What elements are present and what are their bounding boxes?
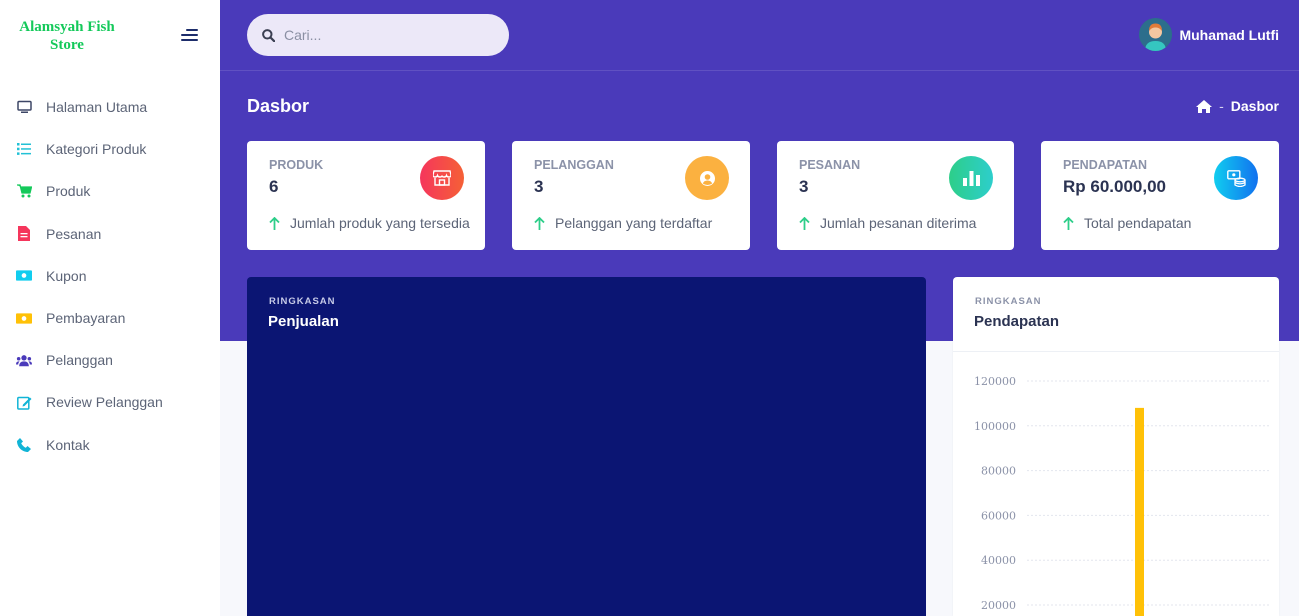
revenue-chart: 20000 40000 60000 80000 100000 120000 bbox=[974, 375, 1269, 616]
stat-note-text: Pelanggan yang terdaftar bbox=[555, 215, 713, 231]
sidebar-item-pesanan[interactable]: Pesanan bbox=[0, 213, 220, 255]
panel-title: Penjualan bbox=[268, 313, 339, 330]
stat-card-pelanggan: PELANGGAN 3 Pelanggan yang terdaftar bbox=[512, 141, 750, 250]
money-stack-icon bbox=[1214, 156, 1258, 200]
y-tick-label: 120000 bbox=[974, 375, 1016, 388]
ticket-icon bbox=[16, 268, 32, 284]
sidebar-item-label: Produk bbox=[46, 183, 91, 200]
sidebar-item-review-pelanggan[interactable]: Review Pelanggan bbox=[0, 381, 220, 423]
stat-card-pendapatan: PENDAPATAN Rp 60.000,00 Total pendapatan bbox=[1041, 141, 1279, 250]
breadcrumb-separator: - bbox=[1219, 98, 1224, 114]
home-icon[interactable] bbox=[1196, 99, 1213, 113]
stat-note: Jumlah produk yang tersedia bbox=[269, 215, 470, 231]
sidebar-item-kupon[interactable]: Kupon bbox=[0, 255, 220, 297]
stat-value: 3 bbox=[534, 177, 544, 196]
list-icon bbox=[16, 141, 32, 157]
edit-icon bbox=[16, 394, 32, 410]
panel-overline: RINGKASAN bbox=[975, 296, 1042, 307]
stat-value: 3 bbox=[799, 177, 809, 196]
sidebar-item-kategori-produk[interactable]: Kategori Produk bbox=[0, 128, 220, 170]
stat-value: 6 bbox=[269, 177, 279, 196]
y-tick-label: 20000 bbox=[981, 599, 1016, 612]
stat-note: Total pendapatan bbox=[1063, 215, 1191, 231]
y-tick-label: 40000 bbox=[981, 554, 1016, 567]
sidebar-item-label: Kontak bbox=[46, 436, 90, 453]
sidebar-item-label: Review Pelanggan bbox=[46, 394, 163, 411]
arrow-up-icon bbox=[799, 216, 810, 230]
stat-label: PESANAN bbox=[799, 158, 861, 172]
stat-note-text: Jumlah produk yang tersedia bbox=[290, 215, 470, 231]
sidebar-item-label: Pelanggan bbox=[46, 352, 113, 369]
brand-logo[interactable]: Alamsyah Fish Store bbox=[18, 18, 116, 54]
stat-note: Pelanggan yang terdaftar bbox=[534, 215, 712, 231]
user-menu[interactable]: Muhamad Lutfi bbox=[1139, 18, 1279, 51]
search-icon bbox=[262, 28, 275, 42]
sidebar-item-halaman-utama[interactable]: Halaman Utama bbox=[0, 86, 220, 128]
sidebar-item-pembayaran[interactable]: Pembayaran bbox=[0, 297, 220, 339]
sidebar-item-label: Kupon bbox=[46, 267, 87, 284]
stat-label: PRODUK bbox=[269, 158, 324, 172]
stat-value: Rp 60.000,00 bbox=[1063, 177, 1167, 196]
brand-line-2: Store bbox=[50, 37, 84, 53]
document-icon bbox=[16, 226, 32, 242]
y-tick-label: 60000 bbox=[981, 509, 1016, 522]
revenue-summary-panel: RINGKASAN Pendapatan 20000 40000 60000 8000… bbox=[953, 277, 1279, 616]
stat-note: Jumlah pesanan diterima bbox=[799, 215, 976, 231]
topbar-divider bbox=[220, 70, 1299, 71]
users-icon bbox=[16, 352, 32, 368]
stat-card-pesanan: PESANAN 3 Jumlah pesanan diterima bbox=[777, 141, 1014, 250]
sidebar-item-label: Pembayaran bbox=[46, 310, 126, 327]
stat-label: PENDAPATAN bbox=[1063, 158, 1148, 172]
y-tick-label: 100000 bbox=[974, 420, 1016, 433]
search-input[interactable] bbox=[284, 27, 484, 43]
money-icon bbox=[16, 310, 32, 326]
user-name: Muhamad Lutfi bbox=[1179, 26, 1279, 43]
sidebar-item-label: Halaman Utama bbox=[46, 99, 148, 116]
store-icon bbox=[420, 156, 464, 200]
stat-label: PELANGGAN bbox=[534, 158, 614, 172]
y-tick-label: 80000 bbox=[981, 465, 1016, 478]
arrow-up-icon bbox=[269, 216, 280, 230]
phone-icon bbox=[16, 437, 32, 453]
user-circle-icon bbox=[685, 156, 729, 200]
search-bar[interactable] bbox=[247, 14, 509, 56]
stat-note-text: Jumlah pesanan diterima bbox=[820, 215, 977, 231]
menu-icon-bar bbox=[181, 39, 198, 41]
sidebar: Alamsyah Fish Store Halaman Utama Katego… bbox=[0, 0, 220, 616]
sales-summary-panel: RINGKASAN Penjualan bbox=[247, 277, 926, 616]
sidebar-toggle-button[interactable] bbox=[180, 28, 198, 42]
sidebar-item-pelanggan[interactable]: Pelanggan bbox=[0, 339, 220, 381]
panel-title: Pendapatan bbox=[974, 313, 1060, 330]
avatar[interactable] bbox=[1139, 18, 1173, 51]
chart-bar[interactable] bbox=[1135, 407, 1144, 616]
stat-note-text: Total pendapatan bbox=[1084, 215, 1192, 231]
sidebar-item-produk[interactable]: Produk bbox=[0, 170, 220, 212]
panel-overline: RINGKASAN bbox=[269, 296, 336, 307]
stat-card-produk: PRODUK 6 Jumlah produk yang tersedia bbox=[247, 141, 485, 250]
menu-icon-bar bbox=[181, 34, 198, 36]
sidebar-item-label: Kategori Produk bbox=[46, 141, 147, 158]
cart-icon bbox=[16, 183, 32, 199]
monitor-icon bbox=[16, 99, 32, 115]
sidebar-item-kontak[interactable]: Kontak bbox=[0, 424, 220, 466]
bar-chart-icon bbox=[949, 156, 993, 200]
breadcrumb-current: Dasbor bbox=[1230, 98, 1279, 114]
sidebar-item-label: Pesanan bbox=[46, 225, 102, 242]
arrow-up-icon bbox=[1063, 216, 1074, 230]
brand-line-1: Alamsyah Fish bbox=[19, 19, 115, 35]
breadcrumb: - Dasbor bbox=[1196, 98, 1279, 114]
menu-icon bbox=[186, 29, 198, 31]
arrow-up-icon bbox=[534, 216, 545, 230]
page-title: Dasbor bbox=[247, 96, 310, 116]
sidebar-nav: Halaman Utama Kategori Produk Produk Pes… bbox=[0, 86, 220, 466]
